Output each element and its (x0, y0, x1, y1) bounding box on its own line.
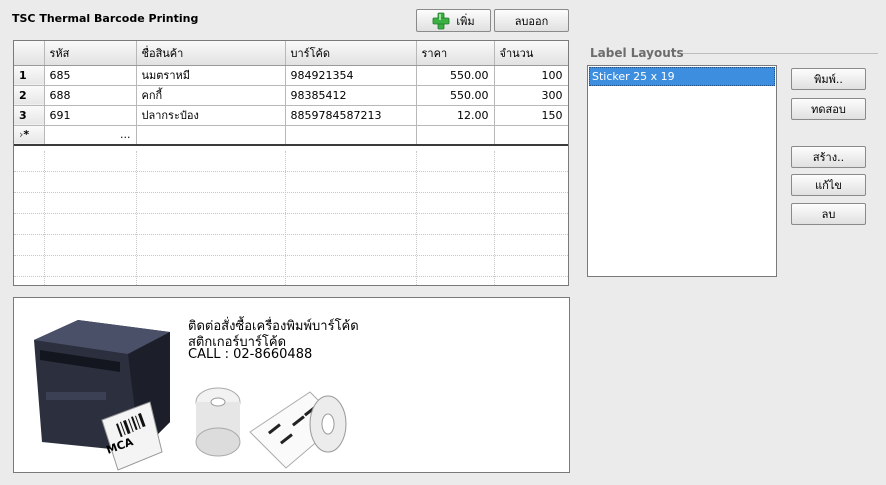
cell-barcode[interactable]: 8859784587213 (285, 105, 417, 126)
cell-qty[interactable]: 100 (494, 65, 568, 86)
product-grid[interactable]: รหัส ชื่อสินค้า บาร์โค้ด ราคา จำนวน 1 68… (13, 40, 569, 286)
cell-barcode[interactable]: 98385412 (285, 85, 417, 106)
column-header-qty[interactable]: จำนวน (494, 41, 568, 66)
table-row[interactable]: 3 691 ปลากระป๋อง 8859784587213 12.00 150 (14, 105, 568, 126)
cell-name[interactable]: นมตราหมี (136, 65, 286, 86)
cell-name[interactable]: ปลากระป๋อง (136, 105, 286, 126)
edit-button[interactable]: แก้ไข (791, 174, 866, 196)
new-row-header[interactable]: ›* (14, 125, 45, 146)
label-layouts-title: Label Layouts (590, 46, 684, 60)
column-header-name[interactable]: ชื่อสินค้า (136, 41, 286, 66)
new-row-cell[interactable] (494, 125, 568, 146)
cell-code[interactable]: 688 (44, 85, 137, 106)
test-button[interactable]: ทดสอบ (791, 98, 866, 120)
grid-empty-area (14, 151, 568, 285)
row-header[interactable]: 3 (14, 105, 45, 126)
group-divider (683, 53, 878, 54)
column-header-price[interactable]: ราคา (416, 41, 495, 66)
new-row-cell[interactable] (416, 125, 495, 146)
new-row-cell[interactable] (136, 125, 286, 146)
new-row-cell[interactable] (285, 125, 417, 146)
cell-qty[interactable]: 300 (494, 85, 568, 106)
new-row-code-cell[interactable]: ... (44, 125, 137, 146)
print-button[interactable]: พิมพ์.. (791, 68, 866, 90)
ad-phone: CALL : 02-8660488 (188, 347, 313, 362)
remove-button[interactable]: ลบออก (494, 9, 569, 32)
cell-price[interactable]: 550.00 (416, 85, 495, 106)
column-header-barcode[interactable]: บาร์โค้ด (285, 41, 417, 66)
cell-price[interactable]: 550.00 (416, 65, 495, 86)
list-item[interactable]: Sticker 25 x 19 (589, 67, 775, 86)
cell-qty[interactable]: 150 (494, 105, 568, 126)
cell-code[interactable]: 685 (44, 65, 137, 86)
grid-corner-cell[interactable] (14, 41, 45, 66)
table-row[interactable]: 2 688 คกกี้ 98385412 550.00 300 (14, 85, 568, 106)
cell-code[interactable]: 691 (44, 105, 137, 126)
plus-icon (432, 12, 450, 29)
row-header[interactable]: 1 (14, 65, 45, 86)
new-row-marker: * (23, 128, 30, 142)
add-button-label: เพิ่ม (456, 14, 475, 28)
column-header-code[interactable]: รหัส (44, 41, 137, 66)
table-row[interactable]: 1 685 นมตราหมี 984921354 550.00 100 (14, 65, 568, 86)
row-header[interactable]: 2 (14, 85, 45, 106)
delete-layout-button[interactable]: ลบ (791, 203, 866, 225)
remove-button-label: ลบออก (514, 14, 549, 28)
cell-name[interactable]: คกกี้ (136, 85, 286, 106)
label-layouts-list[interactable]: Sticker 25 x 19 (587, 65, 777, 277)
cell-price[interactable]: 12.00 (416, 105, 495, 126)
new-row[interactable]: ›* ... (14, 125, 568, 146)
create-button[interactable]: สร้าง.. (791, 146, 866, 168)
app-title: TSC Thermal Barcode Printing (12, 12, 199, 25)
add-button[interactable]: เพิ่ม (416, 9, 491, 32)
barcode-printer-image: MCA (34, 320, 170, 471)
label-rolls-image (195, 387, 347, 469)
advertisement-banner: MCA ติดต่อสั่งซื้อเครื่องพิมพ์บาร์โค้ด ส… (13, 297, 570, 473)
grid-header-row: รหัส ชื่อสินค้า บาร์โค้ด ราคา จำนวน (14, 41, 568, 66)
cell-barcode[interactable]: 984921354 (285, 65, 417, 86)
